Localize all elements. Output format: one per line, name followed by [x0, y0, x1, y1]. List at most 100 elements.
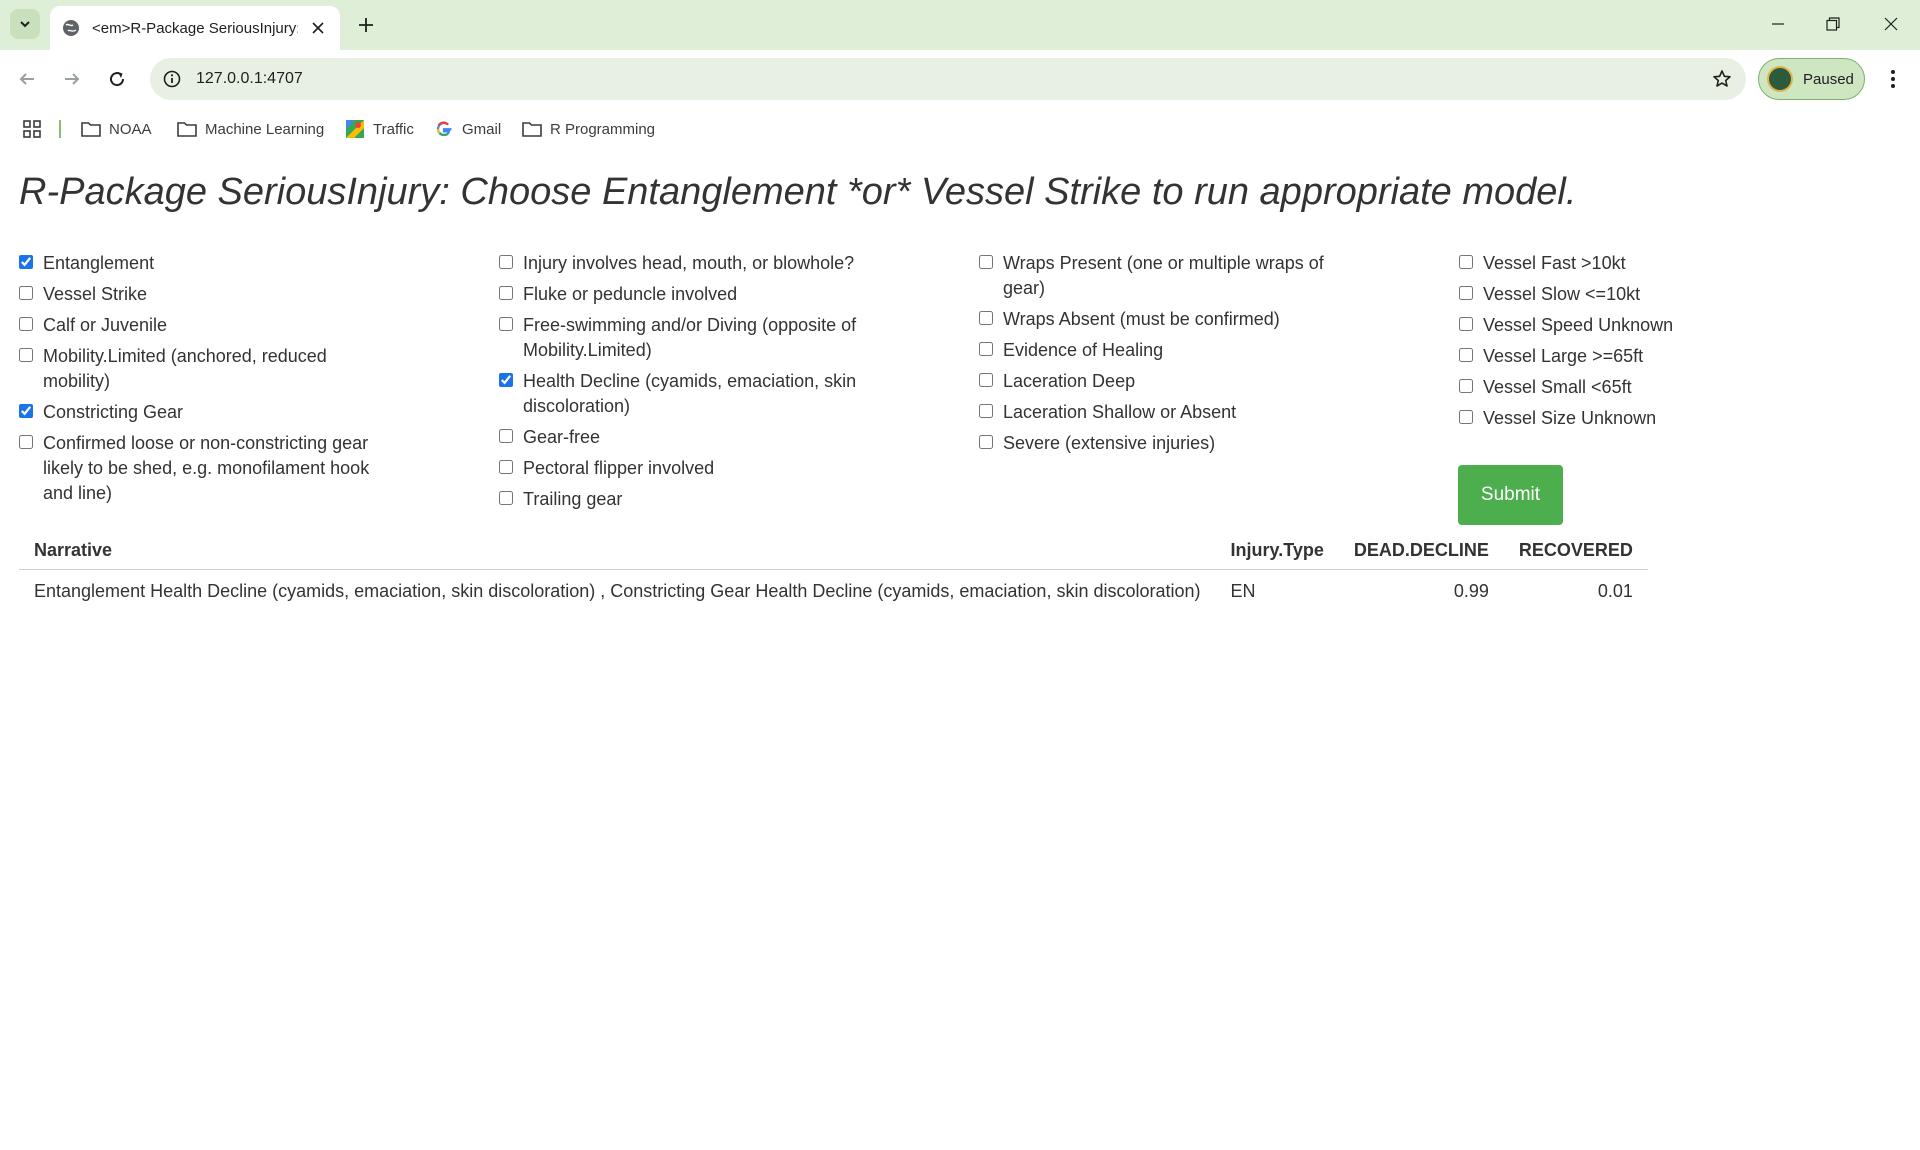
vessel-size-unknown-checkbox[interactable]: [1459, 410, 1473, 424]
constricting-gear-label[interactable]: Constricting Gear: [43, 400, 183, 425]
minimize-button[interactable]: [1755, 6, 1801, 42]
vessel-size-unknown-label[interactable]: Vessel Size Unknown: [1483, 406, 1656, 431]
plus-icon: [359, 18, 373, 32]
mobility-limited-label[interactable]: Mobility.Limited (anchored, reduced mobi…: [43, 344, 389, 394]
loose-gear-label[interactable]: Confirmed loose or non-constricting gear…: [43, 431, 389, 506]
vessel-slow-label[interactable]: Vessel Slow <=10kt: [1483, 282, 1640, 307]
option-wraps-absent: Wraps Absent (must be confirmed): [979, 307, 1339, 332]
fluke-peduncle-label[interactable]: Fluke or peduncle involved: [523, 282, 737, 307]
minimize-icon: [1772, 23, 1784, 25]
gear-free-checkbox[interactable]: [499, 429, 513, 443]
bookmark-machine-learning[interactable]: Machine Learning: [176, 116, 324, 142]
vessel-speed-unknown-checkbox[interactable]: [1459, 317, 1473, 331]
bookmark-r-programming[interactable]: R Programming: [521, 116, 655, 142]
vessel-large-label[interactable]: Vessel Large >=65ft: [1483, 344, 1643, 369]
wraps-absent-label[interactable]: Wraps Absent (must be confirmed): [1003, 307, 1280, 332]
tab-search-button[interactable]: [10, 9, 40, 39]
bookmark-noaa[interactable]: NOAA: [80, 116, 152, 142]
close-window-button[interactable]: [1868, 6, 1914, 42]
vessel-strike-checkbox[interactable]: [19, 286, 33, 300]
address-bar[interactable]: 127.0.0.1:4707: [150, 58, 1746, 100]
option-vessel-speed-unknown: Vessel Speed Unknown: [1459, 313, 1819, 338]
gear-free-label[interactable]: Gear-free: [523, 425, 600, 450]
vessel-slow-checkbox[interactable]: [1459, 286, 1473, 300]
info-icon: [163, 70, 181, 88]
wraps-present-label[interactable]: Wraps Present (one or multiple wraps of …: [1003, 251, 1339, 301]
back-button[interactable]: [10, 62, 44, 96]
vessel-strike-label[interactable]: Vessel Strike: [43, 282, 147, 307]
fluke-peduncle-checkbox[interactable]: [499, 286, 513, 300]
reload-button[interactable]: [100, 62, 134, 96]
bookmark-label: Gmail: [462, 120, 502, 138]
vessel-fast-checkbox[interactable]: [1459, 255, 1473, 269]
option-vessel-small: Vessel Small <65ft: [1459, 375, 1819, 400]
browser-toolbar: 127.0.0.1:4707 Paused: [0, 50, 1920, 108]
page-content: R-Package SeriousInjury: Choose Entangle…: [0, 151, 1920, 1150]
bookmark-traffic[interactable]: Traffic: [344, 116, 414, 142]
laceration-shallow-checkbox[interactable]: [979, 404, 993, 418]
checkbox-group-4: Vessel Fast >10kt Vessel Slow <=10kt Ves…: [1459, 251, 1819, 437]
submit-button[interactable]: Submit: [1458, 465, 1563, 525]
site-info-button[interactable]: [160, 67, 184, 91]
trailing-gear-label[interactable]: Trailing gear: [523, 487, 622, 512]
pectoral-flipper-checkbox[interactable]: [499, 460, 513, 474]
cell-narrative: Entanglement Health Decline (cyamids, em…: [34, 581, 1201, 601]
vessel-small-checkbox[interactable]: [1459, 379, 1473, 393]
vessel-fast-label[interactable]: Vessel Fast >10kt: [1483, 251, 1626, 276]
new-tab-button[interactable]: [352, 11, 380, 39]
option-laceration-deep: Laceration Deep: [979, 369, 1339, 394]
restore-button[interactable]: [1810, 6, 1856, 42]
browser-menu-button[interactable]: [1878, 62, 1908, 96]
arrow-right-icon: [65, 73, 80, 85]
option-vessel-slow: Vessel Slow <=10kt: [1459, 282, 1819, 307]
wraps-absent-checkbox[interactable]: [979, 311, 993, 325]
free-swimming-checkbox[interactable]: [499, 317, 513, 331]
option-laceration-shallow: Laceration Shallow or Absent: [979, 400, 1339, 425]
vessel-speed-unknown-label[interactable]: Vessel Speed Unknown: [1483, 313, 1673, 338]
mobility-limited-checkbox[interactable]: [19, 348, 33, 362]
vessel-small-label[interactable]: Vessel Small <65ft: [1483, 375, 1632, 400]
trailing-gear-checkbox[interactable]: [499, 491, 513, 505]
profile-button[interactable]: Paused: [1758, 58, 1865, 100]
health-decline-label[interactable]: Health Decline (cyamids, emaciation, ski…: [523, 369, 879, 419]
vessel-large-checkbox[interactable]: [1459, 348, 1473, 362]
apps-button[interactable]: [20, 117, 44, 141]
head-injury-checkbox[interactable]: [499, 255, 513, 269]
option-vessel-size-unknown: Vessel Size Unknown: [1459, 406, 1819, 431]
wraps-present-checkbox[interactable]: [979, 255, 993, 269]
forward-button[interactable]: [55, 62, 89, 96]
entanglement-checkbox[interactable]: [19, 255, 33, 269]
close-icon: [312, 22, 324, 34]
severe-checkbox[interactable]: [979, 435, 993, 449]
laceration-shallow-label[interactable]: Laceration Shallow or Absent: [1003, 400, 1236, 425]
option-vessel-strike: Vessel Strike: [19, 282, 389, 307]
head-injury-label[interactable]: Injury involves head, mouth, or blowhole…: [523, 251, 854, 276]
free-swimming-label[interactable]: Free-swimming and/or Diving (opposite of…: [523, 313, 879, 363]
constricting-gear-checkbox[interactable]: [19, 404, 33, 418]
loose-gear-checkbox[interactable]: [19, 435, 33, 449]
calf-juvenile-label[interactable]: Calf or Juvenile: [43, 313, 167, 338]
close-icon: [1884, 17, 1898, 31]
pectoral-flipper-label[interactable]: Pectoral flipper involved: [523, 456, 714, 481]
evidence-healing-label[interactable]: Evidence of Healing: [1003, 338, 1163, 363]
health-decline-checkbox[interactable]: [499, 373, 513, 387]
cell-dead-decline: 0.99: [1453, 581, 1489, 601]
tab-active[interactable]: <em>R-Package SeriousInjury:: [50, 6, 340, 50]
option-constricting-gear: Constricting Gear: [19, 400, 389, 425]
option-gear-free: Gear-free: [499, 425, 879, 450]
tab-close-button[interactable]: [308, 18, 328, 38]
option-vessel-large: Vessel Large >=65ft: [1459, 344, 1819, 369]
option-fluke-peduncle: Fluke or peduncle involved: [499, 282, 879, 307]
laceration-deep-label[interactable]: Laceration Deep: [1003, 369, 1135, 394]
calf-juvenile-checkbox[interactable]: [19, 317, 33, 331]
entanglement-label[interactable]: Entanglement: [43, 251, 154, 276]
checkbox-group-1: Entanglement Vessel Strike Calf or Juven…: [19, 251, 389, 512]
laceration-deep-checkbox[interactable]: [979, 373, 993, 387]
bookmark-label: NOAA: [109, 120, 152, 138]
evidence-healing-checkbox[interactable]: [979, 342, 993, 356]
table-row: Entanglement Health Decline (cyamids, em…: [19, 570, 1648, 614]
bookmark-gmail[interactable]: Gmail: [433, 116, 501, 142]
more-vert-icon: [1891, 70, 1895, 88]
bookmark-star-button[interactable]: [1710, 67, 1734, 91]
severe-label[interactable]: Severe (extensive injuries): [1003, 431, 1215, 456]
